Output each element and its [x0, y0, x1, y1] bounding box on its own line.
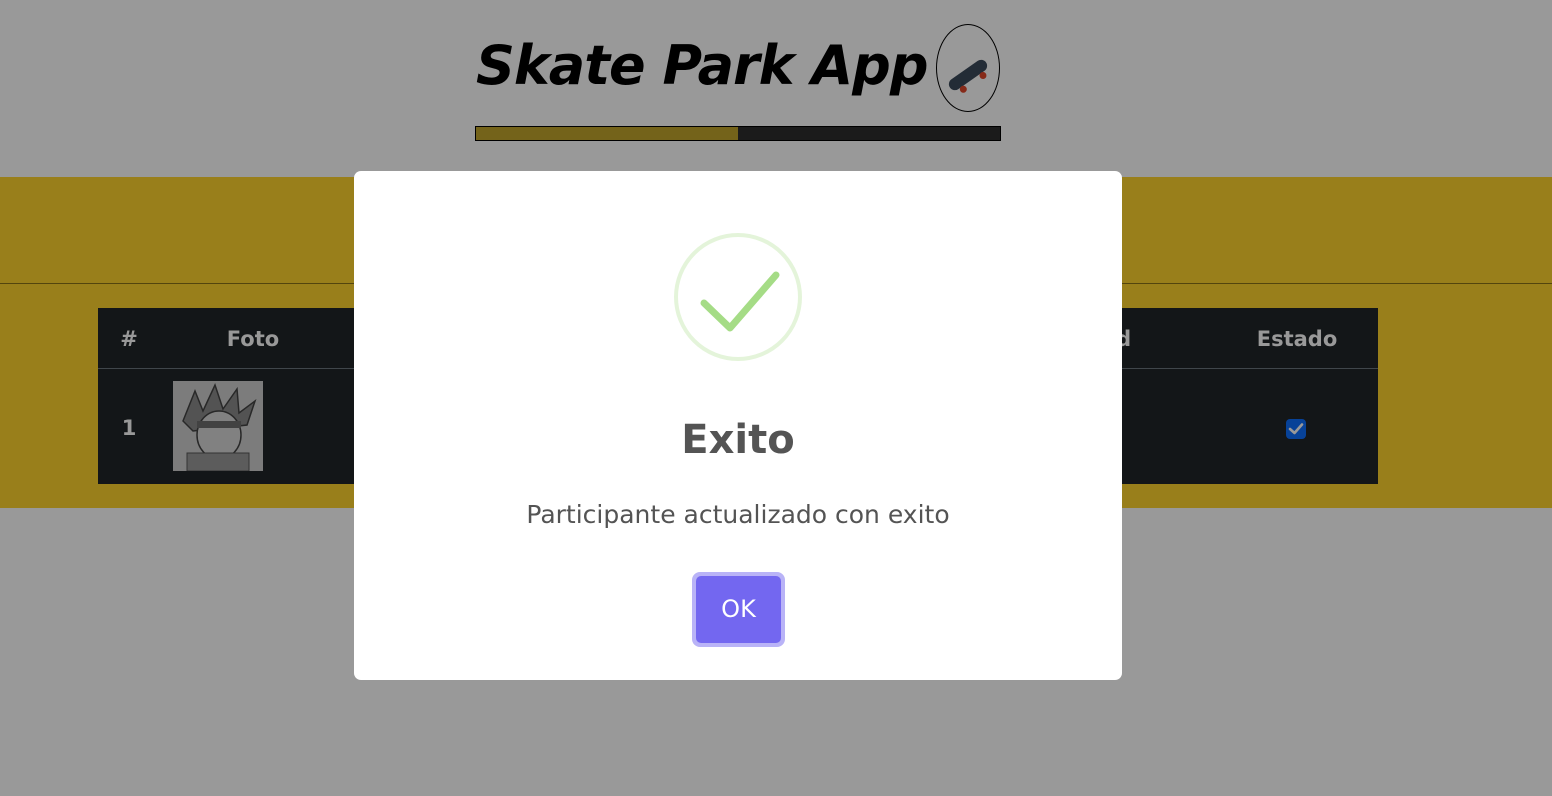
confirm-button[interactable]: OK — [696, 576, 781, 643]
success-dialog: Exito Participante actualizado con exito… — [354, 171, 1122, 680]
dialog-message: Participante actualizado con exito — [526, 500, 950, 529]
success-check-icon — [672, 231, 804, 363]
dialog-title: Exito — [681, 417, 795, 463]
